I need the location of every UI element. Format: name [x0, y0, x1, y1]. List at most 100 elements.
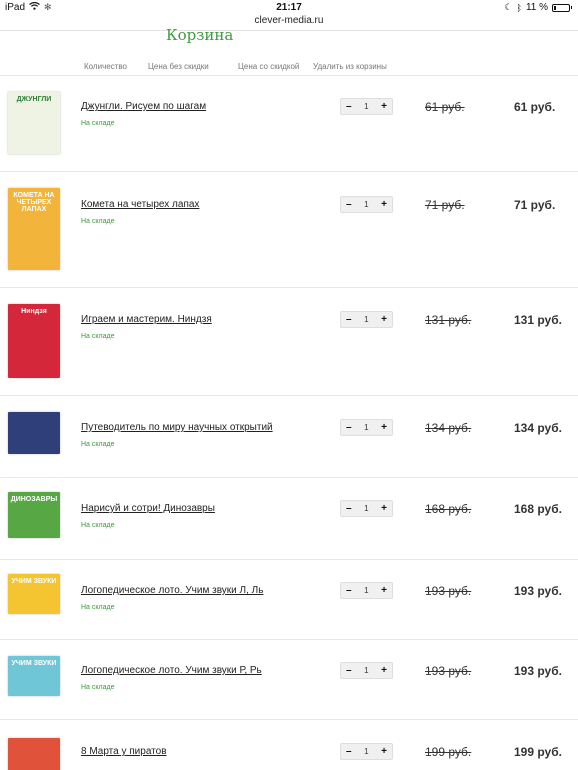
product-name-link[interactable]: Путеводитель по миру научных открытий — [81, 422, 273, 433]
price-old: 71 руб. — [425, 198, 465, 212]
product-name-link[interactable]: Джунгли. Рисуем по шагам — [81, 101, 206, 112]
product-name-link[interactable]: 8 Марта у пиратов — [81, 746, 167, 757]
cart-row: ДЖУНГЛИ Джунгли. Рисуем по шагам На скла… — [0, 76, 578, 172]
price-old: 199 руб. — [425, 745, 472, 759]
col-qty: Количество — [84, 62, 127, 71]
decrease-button[interactable]: – — [346, 199, 352, 210]
status-time: 21:17 — [276, 2, 302, 13]
price-current: 199 руб. — [514, 745, 562, 759]
quantity-stepper: – 1 + — [340, 419, 393, 436]
cart-row: Путеводитель по миру научных открытий На… — [0, 396, 578, 478]
quantity-value[interactable]: 1 — [364, 423, 368, 432]
decrease-button[interactable]: – — [346, 101, 352, 112]
quantity-stepper: – 1 + — [340, 582, 393, 599]
cart-row: ДИНОЗАВРЫ Нарисуй и сотри! Динозавры На … — [0, 478, 578, 560]
book-cover-image[interactable]: УЧИМ ЗВУКИ — [8, 656, 60, 696]
battery-label: 11 % — [525, 2, 548, 13]
stock-status: На складе — [81, 684, 115, 691]
stock-status: На складе — [81, 218, 115, 225]
book-cover-image[interactable] — [8, 412, 60, 454]
decrease-button[interactable]: – — [346, 665, 352, 676]
cart-row: КОМЕТА НА ЧЕТЫРЕХ ЛАПАХ Комета на четыре… — [0, 172, 578, 288]
cart-row: УЧИМ ЗВУКИ Логопедическое лото. Учим зву… — [0, 560, 578, 640]
cart-row: УЧИМ ЗВУКИ Логопедическое лото. Учим зву… — [0, 640, 578, 720]
url-bar[interactable]: clever-media.ru — [0, 15, 578, 26]
increase-button[interactable]: + — [381, 101, 387, 112]
cart-row: Ниндзя Играем и мастерим. Ниндзя На скла… — [0, 288, 578, 396]
price-current: 193 руб. — [514, 664, 562, 678]
product-name-link[interactable]: Логопедическое лото. Учим звуки Р, Рь — [81, 665, 262, 676]
cover-title: УЧИМ ЗВУКИ — [11, 660, 57, 667]
stock-status: На складе — [81, 522, 115, 529]
cover-title: Ниндзя — [21, 308, 47, 315]
status-right: ☾ ᛒ 11 % — [504, 2, 572, 13]
col-price-discount: Цена со скидкой — [238, 62, 300, 71]
moon-icon: ☾ — [504, 2, 513, 12]
cart-row: 8 Марта у пиратов – 1 + 199 руб. 199 руб… — [0, 720, 578, 770]
col-remove: Удалить из корзины — [313, 62, 387, 71]
stock-status: На складе — [81, 120, 115, 127]
quantity-value[interactable]: 1 — [364, 200, 368, 209]
quantity-value[interactable]: 1 — [364, 666, 368, 675]
price-old: 61 руб. — [425, 100, 465, 114]
stock-status: На складе — [81, 333, 115, 340]
quantity-value[interactable]: 1 — [364, 747, 368, 756]
decrease-button[interactable]: – — [346, 746, 352, 757]
stock-status: На складе — [81, 604, 115, 611]
price-old: 193 руб. — [425, 584, 472, 598]
price-old: 168 руб. — [425, 502, 472, 516]
stock-status: На складе — [81, 441, 115, 448]
product-name-link[interactable]: Нарисуй и сотри! Динозавры — [81, 503, 215, 514]
cover-title: КОМЕТА НА ЧЕТЫРЕХ ЛАПАХ — [13, 192, 55, 213]
price-current: 131 руб. — [514, 313, 562, 327]
quantity-stepper: – 1 + — [340, 196, 393, 213]
divider — [0, 30, 578, 31]
quantity-stepper: – 1 + — [340, 98, 393, 115]
increase-button[interactable]: + — [381, 665, 387, 676]
increase-button[interactable]: + — [381, 199, 387, 210]
quantity-stepper: – 1 + — [340, 311, 393, 328]
quantity-stepper: – 1 + — [340, 662, 393, 679]
page-title: Корзина — [166, 26, 234, 44]
cover-title: ДЖУНГЛИ — [16, 96, 52, 103]
bluetooth-icon: ᛒ — [516, 2, 522, 13]
price-current: 61 руб. — [514, 100, 556, 114]
increase-button[interactable]: + — [381, 314, 387, 325]
book-cover-image[interactable] — [8, 738, 60, 770]
cover-title: УЧИМ ЗВУКИ — [11, 578, 57, 585]
increase-button[interactable]: + — [381, 585, 387, 596]
col-price-no-discount: Цена без скидки — [148, 62, 209, 71]
book-cover-image[interactable]: УЧИМ ЗВУКИ — [8, 574, 60, 614]
quantity-value[interactable]: 1 — [364, 586, 368, 595]
quantity-value[interactable]: 1 — [364, 102, 368, 111]
price-current: 193 руб. — [514, 584, 562, 598]
decrease-button[interactable]: – — [346, 503, 352, 514]
decrease-button[interactable]: – — [346, 422, 352, 433]
quantity-value[interactable]: 1 — [364, 504, 368, 513]
status-bar: iPad ✻ 21:17 ☾ ᛒ 11 % — [0, 0, 578, 15]
price-old: 131 руб. — [425, 313, 472, 327]
increase-button[interactable]: + — [381, 746, 387, 757]
price-old: 134 руб. — [425, 421, 472, 435]
cover-title: ДИНОЗАВРЫ — [10, 496, 58, 503]
quantity-value[interactable]: 1 — [364, 315, 368, 324]
increase-button[interactable]: + — [381, 422, 387, 433]
quantity-stepper: – 1 + — [340, 743, 393, 760]
book-cover-image[interactable]: ДИНОЗАВРЫ — [8, 492, 60, 538]
price-current: 168 руб. — [514, 502, 562, 516]
increase-button[interactable]: + — [381, 503, 387, 514]
column-headers: Количество Цена без скидки Цена со скидк… — [0, 62, 578, 74]
book-cover-image[interactable]: Ниндзя — [8, 304, 60, 378]
product-name-link[interactable]: Комета на четырех лапах — [81, 199, 199, 210]
book-cover-image[interactable]: КОМЕТА НА ЧЕТЫРЕХ ЛАПАХ — [8, 188, 60, 270]
decrease-button[interactable]: – — [346, 585, 352, 596]
price-current: 134 руб. — [514, 421, 562, 435]
book-cover-image[interactable]: ДЖУНГЛИ — [8, 92, 60, 154]
battery-icon — [552, 3, 570, 12]
price-old: 193 руб. — [425, 664, 472, 678]
product-name-link[interactable]: Логопедическое лото. Учим звуки Л, Ль — [81, 585, 263, 596]
product-name-link[interactable]: Играем и мастерим. Ниндзя — [81, 314, 212, 325]
decrease-button[interactable]: – — [346, 314, 352, 325]
quantity-stepper: – 1 + — [340, 500, 393, 517]
price-current: 71 руб. — [514, 198, 556, 212]
